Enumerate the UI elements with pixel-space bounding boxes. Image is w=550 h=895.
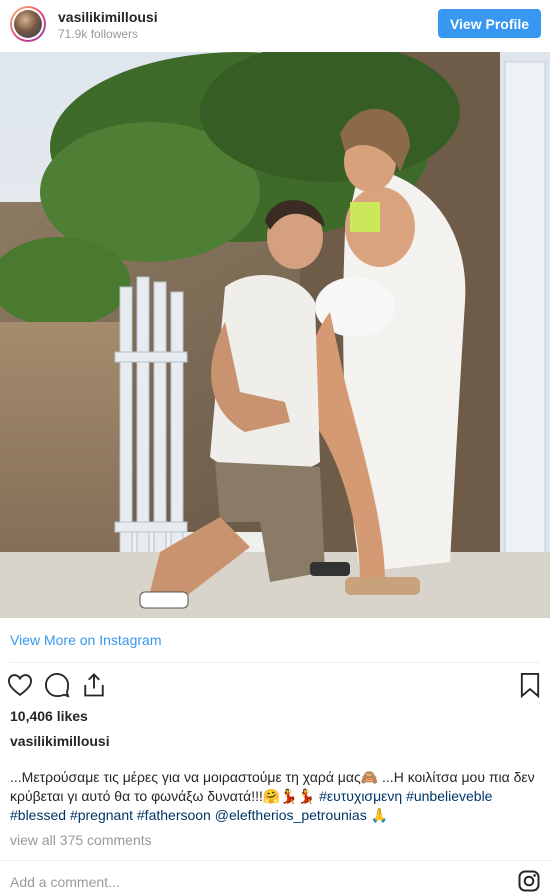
caption-end: 🙏 [370,807,389,823]
post-photo-illustration [0,52,550,618]
view-more-link[interactable]: View More on Instagram [10,632,161,648]
avatar[interactable] [10,6,46,42]
instagram-icon[interactable] [517,869,541,893]
add-comment-input[interactable]: Add a comment... [10,874,120,890]
divider [0,860,550,861]
hashtag[interactable]: #blessed [10,807,66,823]
post-header: vasilikimillousi 71.9k followers View Pr… [0,0,550,50]
username[interactable]: vasilikimillousi [58,9,158,25]
like-count: 10,406 likes [10,708,88,724]
follower-count: 71.9k followers [58,27,139,41]
hashtag[interactable]: #fathersoon [137,807,211,823]
post-photo[interactable] [0,52,550,618]
hashtag[interactable]: #unbelieveble [406,788,492,804]
comment-icon[interactable] [43,671,71,699]
caption-username[interactable]: vasilikimillousi [10,733,110,749]
share-icon[interactable] [80,671,108,699]
mention[interactable]: @eleftherios_petrounias [215,807,367,823]
bookmark-icon[interactable] [516,671,544,699]
caption: ...Μετρούσαμε τις μέρες για να μοιραστού… [10,768,540,825]
hashtag[interactable]: #ευτυχισμενη [319,788,402,804]
avatar-image [14,10,42,38]
divider [10,662,540,663]
heart-icon[interactable] [6,671,34,699]
view-profile-button[interactable]: View Profile [438,9,541,38]
hashtag[interactable]: #pregnant [70,807,133,823]
view-comments-link[interactable]: view all 375 comments [10,832,152,848]
